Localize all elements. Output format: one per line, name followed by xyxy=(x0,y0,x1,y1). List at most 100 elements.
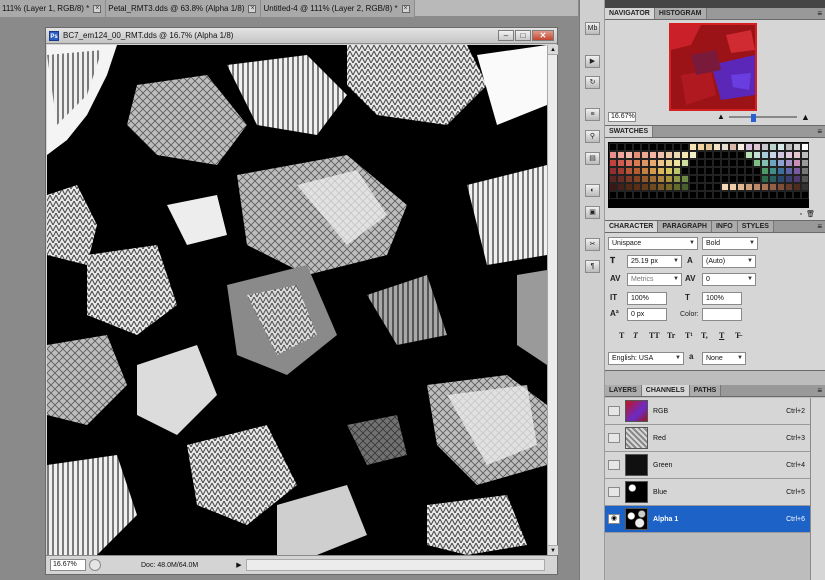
horizontal-scale-field[interactable]: 100% xyxy=(702,292,742,305)
swatch-cell[interactable] xyxy=(777,159,785,167)
swatch-cell[interactable] xyxy=(673,191,681,199)
swatch-cell[interactable] xyxy=(697,183,705,191)
swatch-cell[interactable] xyxy=(777,167,785,175)
tab-character[interactable]: CHARACTER xyxy=(605,221,659,232)
panel-menu-icon[interactable]: ≡ xyxy=(817,385,825,396)
swatch-cell[interactable] xyxy=(633,143,641,151)
swatch-cell[interactable] xyxy=(737,167,745,175)
swatch-cell[interactable] xyxy=(641,175,649,183)
swatch-cell[interactable] xyxy=(801,159,809,167)
swatch-cell[interactable] xyxy=(729,175,737,183)
panel-menu-icon[interactable]: ≡ xyxy=(817,8,825,19)
swatch-cell[interactable] xyxy=(625,143,633,151)
swatch-cell[interactable] xyxy=(713,143,721,151)
swatch-cell[interactable] xyxy=(761,183,769,191)
all-caps-button[interactable]: TT xyxy=(649,331,660,340)
swatch-cell[interactable] xyxy=(617,151,625,159)
swatch-cell[interactable] xyxy=(697,191,705,199)
faux-bold-button[interactable]: T xyxy=(619,331,624,340)
swatch-cell[interactable] xyxy=(737,151,745,159)
anti-alias-select[interactable]: None ▼ xyxy=(702,352,746,365)
scroll-up-icon[interactable]: ▲ xyxy=(548,45,558,55)
swatch-cell[interactable] xyxy=(681,151,689,159)
swatch-cell[interactable] xyxy=(713,175,721,183)
character-icon[interactable]: ✂ xyxy=(585,238,600,251)
swatch-cell[interactable] xyxy=(641,159,649,167)
swatch-cell[interactable] xyxy=(801,191,809,199)
tracking-field[interactable]: 0 ▼ xyxy=(702,273,756,286)
swatch-cell[interactable] xyxy=(705,159,713,167)
swatch-cell[interactable] xyxy=(633,159,641,167)
scroll-down-icon[interactable]: ▼ xyxy=(548,545,558,555)
visibility-toggle[interactable] xyxy=(608,487,620,497)
swatch-cell[interactable] xyxy=(657,183,665,191)
tab-swatches[interactable]: SWATCHES xyxy=(605,126,654,137)
swatch-cell[interactable] xyxy=(785,175,793,183)
document-titlebar[interactable]: Ps BC7_em124_00_RMT.dds @ 16.7% (Alpha 1… xyxy=(46,28,557,44)
swatch-cell[interactable] xyxy=(745,183,753,191)
swatch-cell[interactable] xyxy=(625,159,633,167)
swatch-cell[interactable] xyxy=(769,183,777,191)
swatch-cell[interactable] xyxy=(681,183,689,191)
swatch-cell[interactable] xyxy=(777,183,785,191)
image-canvas[interactable] xyxy=(47,45,547,555)
swatch-cell[interactable] xyxy=(617,191,625,199)
swatch-cell[interactable] xyxy=(761,175,769,183)
text-color-swatch[interactable] xyxy=(702,308,742,321)
swatch-cell[interactable] xyxy=(673,143,681,151)
swatch-cell[interactable] xyxy=(713,183,721,191)
swatch-cell[interactable] xyxy=(609,151,617,159)
visibility-toggle[interactable] xyxy=(608,433,620,443)
strikethrough-button[interactable]: T̶ xyxy=(735,331,740,340)
swatch-cell[interactable] xyxy=(689,159,697,167)
swatch-cell[interactable] xyxy=(745,175,753,183)
swatch-cell[interactable] xyxy=(729,167,737,175)
swatch-cell[interactable] xyxy=(697,175,705,183)
swatch-cell[interactable] xyxy=(657,151,665,159)
swatch-cell[interactable] xyxy=(689,191,697,199)
navigator-zoom-input[interactable]: 16.67% xyxy=(608,112,636,122)
swatch-cell[interactable] xyxy=(665,183,673,191)
close-button[interactable]: ✕ xyxy=(532,30,554,41)
swatch-cell[interactable] xyxy=(721,191,729,199)
swatch-cell[interactable] xyxy=(777,175,785,183)
swatch-cell[interactable] xyxy=(609,159,617,167)
channel-row-alpha-1[interactable]: ◉ Alpha 1 Ctrl+6 xyxy=(605,506,810,533)
swatch-cell[interactable] xyxy=(785,167,793,175)
swatch-cell[interactable] xyxy=(753,143,761,151)
horizontal-scrollbar[interactable] xyxy=(245,559,545,571)
swatch-cell[interactable] xyxy=(649,167,657,175)
swatch-cell[interactable] xyxy=(657,167,665,175)
swatch-cell[interactable] xyxy=(689,167,697,175)
swatch-cell[interactable] xyxy=(801,167,809,175)
close-icon[interactable]: × xyxy=(93,4,102,13)
swatch-cell[interactable] xyxy=(665,151,673,159)
doc-tab-3[interactable]: Untitled-4 @ 111% (Layer 2, RGB/8) * × xyxy=(261,0,415,17)
swatch-cell[interactable] xyxy=(785,151,793,159)
swatch-cell[interactable] xyxy=(641,167,649,175)
tool-presets-icon[interactable]: ▤ xyxy=(585,152,600,165)
swatch-cell[interactable] xyxy=(705,191,713,199)
swatch-cell[interactable] xyxy=(761,167,769,175)
swatch-cell[interactable] xyxy=(697,143,705,151)
swatch-cell[interactable] xyxy=(721,183,729,191)
swatch-cell[interactable] xyxy=(745,151,753,159)
delete-swatch-icon[interactable]: 🗑 xyxy=(806,211,819,218)
minimize-button[interactable]: – xyxy=(498,30,514,41)
swatch-cell[interactable] xyxy=(681,191,689,199)
close-icon[interactable]: × xyxy=(248,4,257,13)
swatch-cell[interactable] xyxy=(641,143,649,151)
swatch-cell[interactable] xyxy=(641,183,649,191)
swatch-cell[interactable] xyxy=(761,151,769,159)
swatch-cell[interactable] xyxy=(673,159,681,167)
swatch-cell[interactable] xyxy=(673,175,681,183)
swatch-cell[interactable] xyxy=(793,191,801,199)
swatch-cell[interactable] xyxy=(689,175,697,183)
navigator-thumbnail[interactable] xyxy=(669,23,757,111)
swatch-cell[interactable] xyxy=(681,159,689,167)
swatch-cell[interactable] xyxy=(793,159,801,167)
swatch-cell[interactable] xyxy=(753,183,761,191)
swatch-cell[interactable] xyxy=(609,191,617,199)
swatch-cell[interactable] xyxy=(785,183,793,191)
swatch-cell[interactable] xyxy=(649,151,657,159)
